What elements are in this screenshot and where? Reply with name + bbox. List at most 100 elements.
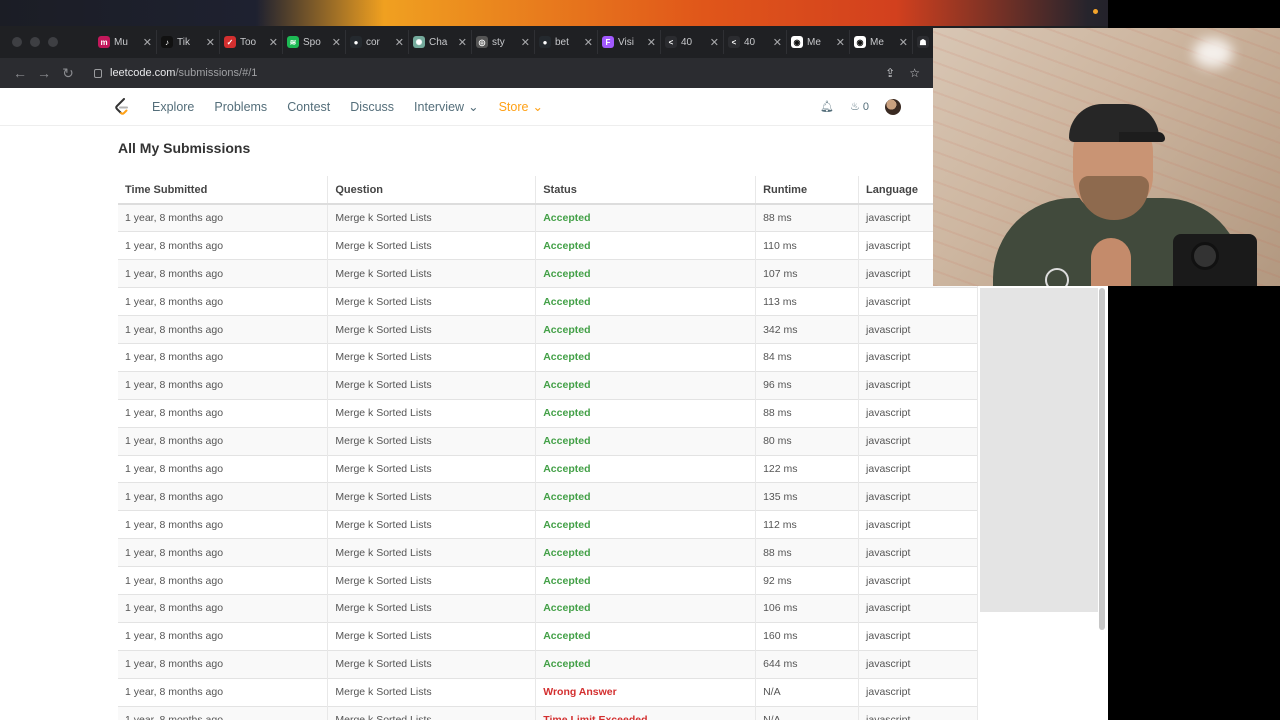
cell-question[interactable]: Merge k Sorted Lists [327, 287, 537, 316]
tab-close-icon[interactable]: ✕ [584, 36, 593, 49]
cell-status[interactable]: Accepted [535, 593, 757, 623]
cell-status[interactable]: Accepted [535, 426, 757, 456]
cell-time-submitted: 1 year, 8 months ago [118, 454, 329, 483]
tab-close-icon[interactable]: ✕ [332, 36, 341, 49]
webcam-overlay [933, 28, 1280, 286]
tab-close-icon[interactable]: ✕ [710, 36, 719, 49]
cell-status[interactable]: Accepted [535, 649, 757, 679]
cell-question[interactable]: Merge k Sorted Lists [327, 315, 537, 344]
cell-time-submitted: 1 year, 8 months ago [118, 342, 329, 372]
cell-time-submitted: 1 year, 8 months ago [118, 593, 329, 623]
cell-status[interactable]: Accepted [535, 566, 757, 595]
cell-question[interactable]: Merge k Sorted Lists [327, 203, 537, 232]
cell-question[interactable]: Merge k Sorted Lists [327, 454, 537, 483]
share-icon[interactable]: ⇪ [885, 66, 895, 80]
tab-title: Visi [618, 36, 634, 48]
tab-close-icon[interactable]: ✕ [206, 36, 215, 49]
bell-icon[interactable]: 🔔︎ [820, 100, 834, 113]
cell-status[interactable]: Accepted [535, 538, 757, 567]
tab-close-icon[interactable]: ✕ [395, 36, 404, 49]
browser-tab[interactable]: ◉ Me ✕ [850, 30, 913, 54]
browser-tab[interactable]: m Mu ✕ [94, 30, 157, 54]
cell-question[interactable]: Merge k Sorted Lists [327, 398, 537, 428]
cell-status[interactable]: Accepted [535, 621, 757, 651]
browser-tab[interactable]: ◎ sty ✕ [472, 30, 535, 54]
table-row: 1 year, 8 months agoMerge k Sorted Lists… [118, 593, 978, 623]
tab-close-icon[interactable]: ✕ [647, 36, 656, 49]
tab-close-icon[interactable]: ✕ [899, 36, 908, 49]
tab-title: Cha [429, 36, 448, 48]
cell-question[interactable]: Merge k Sorted Lists [327, 677, 537, 707]
cell-status[interactable]: Accepted [535, 287, 757, 316]
cell-question[interactable]: Merge k Sorted Lists [327, 538, 537, 567]
cell-status[interactable]: Accepted [535, 342, 757, 372]
browser-tab[interactable]: F Visi ✕ [598, 30, 661, 54]
maximize-window-button[interactable] [48, 37, 58, 47]
browser-tab[interactable]: ● bet ✕ [535, 30, 598, 54]
leetcode-logo-icon[interactable] [114, 97, 130, 116]
cell-status[interactable]: Accepted [535, 370, 757, 400]
forward-arrow-icon[interactable]: → [32, 65, 56, 81]
streak-counter[interactable]: ♨ 0 [850, 100, 869, 113]
cell-question[interactable]: Merge k Sorted Lists [327, 426, 537, 456]
tab-close-icon[interactable]: ✕ [521, 36, 530, 49]
browser-tab[interactable]: <40 ✕ [661, 30, 724, 54]
minimize-window-button[interactable] [30, 37, 40, 47]
cell-status[interactable]: Wrong Answer [535, 677, 757, 707]
cell-question[interactable]: Merge k Sorted Lists [327, 342, 537, 372]
url-field[interactable]: leetcode.com/submissions/#/1 [86, 61, 885, 85]
cell-status[interactable]: Accepted [535, 398, 757, 428]
cell-question[interactable]: Merge k Sorted Lists [327, 259, 537, 288]
nav-store[interactable]: Store ⌄ [499, 99, 543, 115]
cell-question[interactable]: Merge k Sorted Lists [327, 231, 537, 260]
browser-tab[interactable]: ✓ Too ✕ [220, 30, 283, 54]
tab-close-icon[interactable]: ✕ [458, 36, 467, 49]
nav-interview[interactable]: Interview ⌄ [414, 99, 479, 115]
nav-discuss[interactable]: Discuss [350, 100, 394, 114]
header-runtime[interactable]: Runtime [755, 176, 860, 205]
cell-question[interactable]: Merge k Sorted Lists [327, 593, 537, 623]
browser-tab[interactable]: ✺ Cha ✕ [409, 30, 472, 54]
browser-tab[interactable]: ● cor ✕ [346, 30, 409, 54]
avatar[interactable] [885, 98, 902, 115]
nav-contest[interactable]: Contest [287, 100, 330, 114]
cell-status[interactable]: Accepted [535, 259, 757, 288]
tab-favicon-icon: ≋ [287, 36, 299, 48]
tab-favicon-icon: ✺ [413, 36, 425, 48]
browser-tab[interactable]: ◉ Me ✕ [787, 30, 850, 54]
cell-question[interactable]: Merge k Sorted Lists [327, 510, 537, 539]
cell-status[interactable]: Accepted [535, 315, 757, 344]
address-actions: ⇪ ☆ [885, 66, 920, 80]
browser-tab[interactable]: <40 ✕ [724, 30, 787, 54]
tab-title: sty [492, 36, 505, 48]
back-arrow-icon[interactable]: ← [8, 65, 32, 81]
cell-status[interactable]: Accepted [535, 510, 757, 539]
header-time-submitted[interactable]: Time Submitted [118, 176, 329, 205]
cell-question[interactable]: Merge k Sorted Lists [327, 370, 537, 400]
nav-problems[interactable]: Problems [214, 100, 267, 114]
tab-favicon-icon: ◉ [791, 36, 803, 48]
cell-question[interactable]: Merge k Sorted Lists [327, 649, 537, 679]
cell-status[interactable]: Accepted [535, 482, 757, 511]
header-status[interactable]: Status [535, 176, 757, 205]
cell-question[interactable]: Merge k Sorted Lists [327, 566, 537, 595]
close-window-button[interactable] [12, 37, 22, 47]
cell-question[interactable]: Merge k Sorted Lists [327, 482, 537, 511]
tab-close-icon[interactable]: ✕ [773, 36, 782, 49]
cell-status[interactable]: Time Limit Exceeded [535, 705, 757, 720]
browser-tab[interactable]: ♪ Tik ✕ [157, 30, 220, 54]
tab-close-icon[interactable]: ✕ [836, 36, 845, 49]
reload-icon[interactable]: ↻ [56, 65, 80, 82]
cell-question[interactable]: Merge k Sorted Lists [327, 621, 537, 651]
cell-status[interactable]: Accepted [535, 454, 757, 483]
cell-status[interactable]: Accepted [535, 231, 757, 260]
header-question[interactable]: Question [327, 176, 537, 205]
bookmark-star-icon[interactable]: ☆ [909, 66, 920, 80]
cell-status[interactable]: Accepted [535, 203, 757, 232]
scrollbar[interactable] [1099, 288, 1105, 630]
tab-close-icon[interactable]: ✕ [269, 36, 278, 49]
browser-tab[interactable]: ≋ Spo ✕ [283, 30, 346, 54]
nav-explore[interactable]: Explore [152, 100, 194, 114]
cell-question[interactable]: Merge k Sorted Lists [327, 705, 537, 720]
tab-close-icon[interactable]: ✕ [143, 36, 152, 49]
